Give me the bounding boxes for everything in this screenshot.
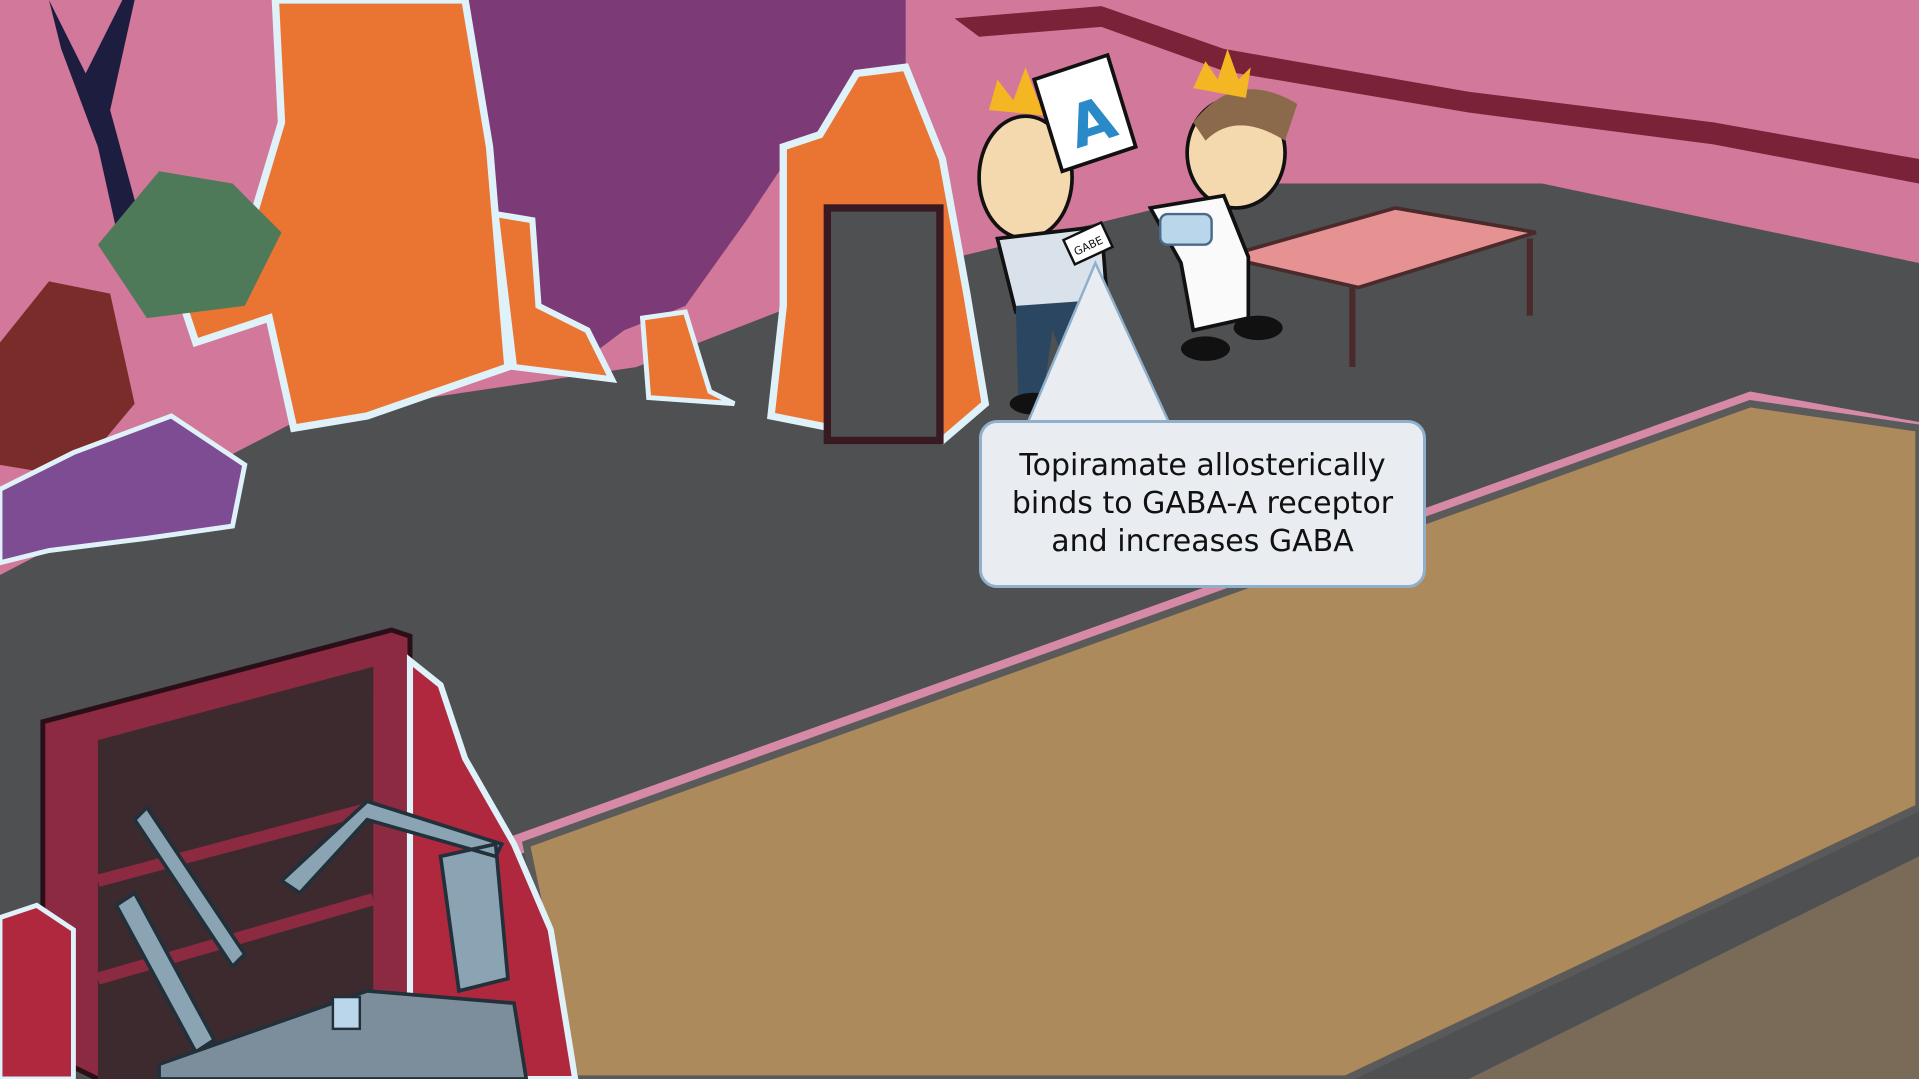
man-shoe [1181, 336, 1230, 361]
cup [331, 995, 362, 1031]
speech-bubble: Topiramate allosterically binds to GABA-… [979, 420, 1426, 588]
speech-bubble-text: Topiramate allosterically binds to GABA-… [1011, 448, 1394, 559]
glass-cup [1158, 212, 1213, 246]
doorway [823, 204, 944, 445]
man-shoe [1233, 315, 1283, 341]
cartoon-scene: A GABE [0, 0, 1919, 1079]
red-wall-left [0, 902, 76, 1079]
